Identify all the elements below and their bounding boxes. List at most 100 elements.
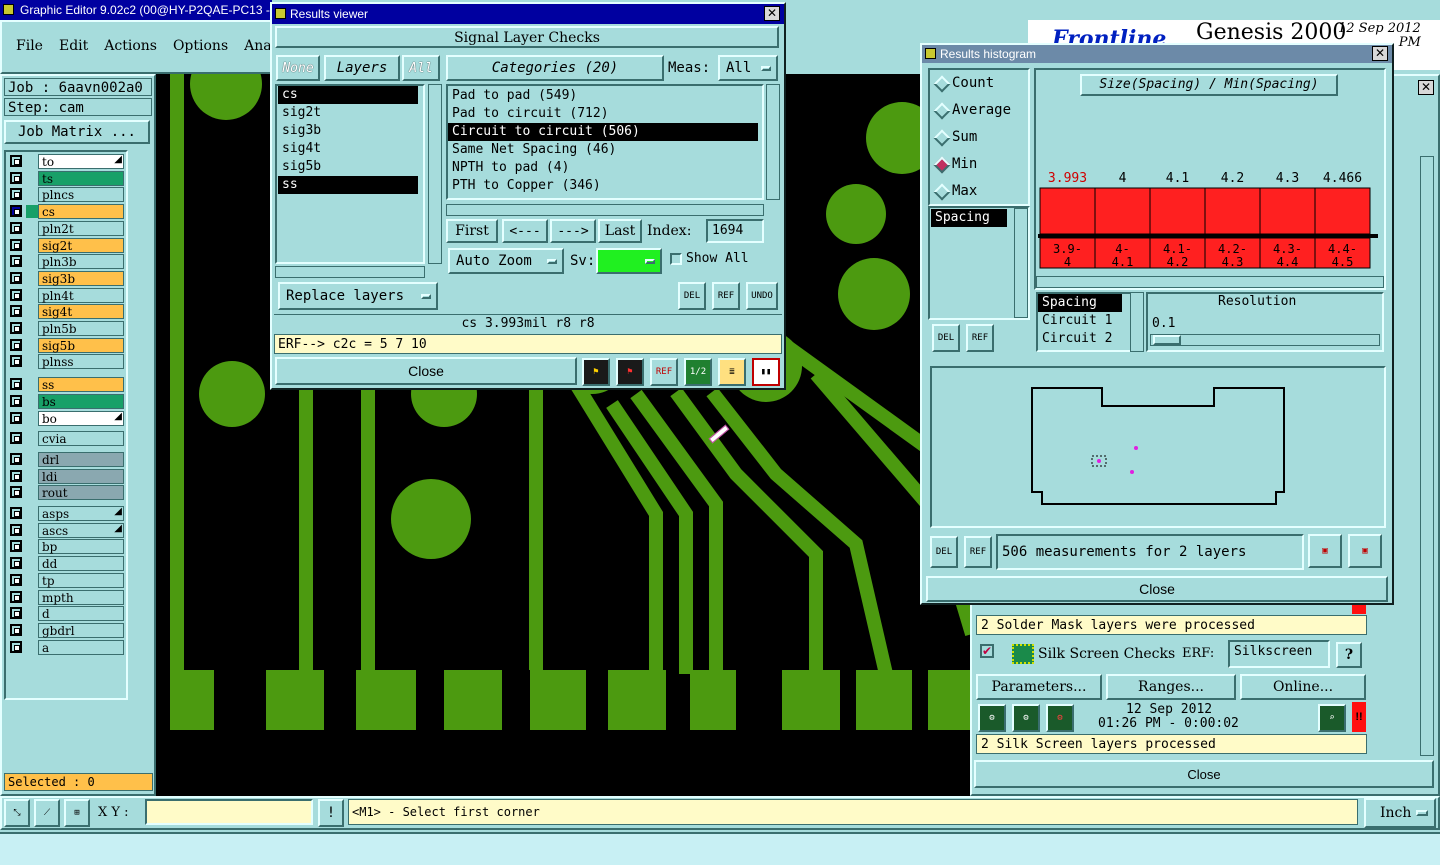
- preview-area[interactable]: [930, 366, 1386, 528]
- prev-button[interactable]: <---: [502, 219, 548, 243]
- layer-checkbox[interactable]: [10, 540, 22, 553]
- first-button[interactable]: First: [446, 219, 498, 243]
- layer-list-scrollbar[interactable]: [428, 84, 442, 264]
- layer-checkbox[interactable]: [10, 573, 22, 586]
- layers-button[interactable]: Layers: [324, 55, 400, 81]
- categories-button[interactable]: Categories (20): [446, 55, 664, 81]
- category-scrollbar[interactable]: [766, 84, 780, 200]
- layer-row-cvia[interactable]: cvia: [8, 431, 124, 447]
- histogram-icon[interactable]: ▮▮: [752, 358, 780, 386]
- results-layer-item[interactable]: ss: [278, 176, 418, 194]
- all-button[interactable]: All: [402, 55, 440, 81]
- layer-row-mpth[interactable]: mpth: [8, 589, 124, 605]
- online-button[interactable]: Online...: [1240, 674, 1366, 700]
- units-dropdown[interactable]: Inch: [1364, 798, 1436, 828]
- results-viewer-titlebar[interactable]: Results viewer ✕: [272, 4, 784, 24]
- layer-checkbox[interactable]: [10, 557, 22, 570]
- checklist-scrollbar[interactable]: [1420, 156, 1434, 756]
- undo-icon[interactable]: UNDO: [746, 282, 778, 310]
- pin-red-icon[interactable]: ⚑: [616, 358, 644, 386]
- category-item[interactable]: Circuit to circuit (506): [448, 123, 758, 141]
- layer-checkbox[interactable]: [10, 452, 22, 465]
- layer-checkbox[interactable]: [10, 355, 22, 368]
- histogram-del-icon-top[interactable]: DEL: [932, 324, 960, 352]
- layer-checkbox[interactable]: [10, 338, 22, 351]
- histogram-bar[interactable]: [1259, 187, 1316, 235]
- category-item[interactable]: PTH to Copper (346): [448, 177, 758, 195]
- layer-row-pln5b[interactable]: pln5b: [8, 321, 124, 336]
- layer-row-plncs[interactable]: plncs: [8, 187, 124, 203]
- histogram-ref-icon-top[interactable]: REF: [966, 324, 994, 352]
- close-icon[interactable]: ✕: [764, 6, 780, 21]
- layer-row-sig4t[interactable]: sig4t: [8, 304, 124, 320]
- alert-icon[interactable]: !: [318, 799, 344, 827]
- pin-icon[interactable]: ⚑: [582, 358, 610, 386]
- ref-off-icon[interactable]: REF: [650, 358, 678, 386]
- histogram-bar[interactable]: [1204, 187, 1261, 235]
- layer-checkbox[interactable]: [10, 486, 22, 499]
- layer-row-sig3b[interactable]: sig3b: [8, 270, 124, 286]
- sub-list-scrollbar[interactable]: [1130, 292, 1144, 352]
- slider-thumb[interactable]: [1153, 335, 1181, 345]
- layer-row-tp[interactable]: tp: [8, 572, 124, 588]
- results-close-button[interactable]: Close: [275, 357, 577, 385]
- sub-list[interactable]: Spacing Circuit 1 Circuit 2: [1038, 294, 1122, 348]
- sub-item[interactable]: Circuit 1: [1038, 312, 1122, 330]
- menu-item-edit[interactable]: Edit: [59, 38, 88, 54]
- category-item[interactable]: Pad to circuit (712): [448, 105, 758, 123]
- silk-check-box[interactable]: ✔: [980, 644, 994, 658]
- parameters-button[interactable]: Parameters...: [976, 674, 1102, 700]
- histogram-ref-icon[interactable]: REF: [964, 536, 992, 568]
- layer-row-bs[interactable]: bs: [8, 393, 124, 409]
- results-layer-item[interactable]: sig4t: [278, 140, 418, 158]
- layer-row-ldi[interactable]: ldi: [8, 468, 124, 484]
- layer-checkbox[interactable]: [10, 322, 22, 334]
- layer-row-pln2t[interactable]: pln2t: [8, 220, 124, 236]
- layer-row-to[interactable]: to ◢: [8, 154, 124, 169]
- replace-layers-dropdown[interactable]: Replace layers: [278, 282, 438, 310]
- close-icon[interactable]: ✕: [1372, 46, 1388, 61]
- layer-checkbox[interactable]: [10, 607, 22, 620]
- results-layer-item[interactable]: cs: [278, 86, 418, 104]
- grid-icon[interactable]: ⊞: [64, 799, 90, 827]
- run-icon[interactable]: ⚙: [978, 704, 1006, 732]
- run-all-icon[interactable]: ⚙: [1012, 704, 1040, 732]
- job-matrix-button[interactable]: Job Matrix ...: [4, 120, 150, 144]
- export-icon[interactable]: ▣: [1308, 534, 1342, 568]
- checklist-close-x[interactable]: ✕: [1418, 80, 1434, 95]
- meas-dropdown[interactable]: All: [718, 55, 778, 81]
- sv-color-dropdown[interactable]: [596, 248, 662, 274]
- layer-row-ascs[interactable]: ascs ◢: [8, 522, 124, 538]
- layer-row-bp[interactable]: bp: [8, 539, 124, 555]
- layer-checkbox[interactable]: [10, 238, 22, 251]
- type-list[interactable]: Spacing: [931, 209, 1007, 227]
- next-button[interactable]: --->: [550, 219, 596, 243]
- results-layer-list[interactable]: cs sig2t sig3b sig4t sig5b ss: [278, 86, 418, 194]
- layer-checkbox[interactable]: [10, 590, 22, 603]
- zoom-fit-icon[interactable]: ⤡: [4, 799, 30, 827]
- histogram-hscroll[interactable]: [1036, 276, 1384, 288]
- layer-checkbox[interactable]: [10, 378, 22, 391]
- last-button[interactable]: Last: [598, 219, 642, 243]
- layer-row-sig2t[interactable]: sig2t: [8, 237, 124, 253]
- resolution-slider[interactable]: [1150, 334, 1380, 346]
- histogram-close-button[interactable]: Close: [926, 576, 1388, 602]
- layer-row-bo[interactable]: bo ◢: [8, 410, 124, 426]
- category-item[interactable]: Same Net Spacing (46): [448, 141, 758, 159]
- del-icon[interactable]: DEL: [678, 282, 706, 310]
- menu-item-options[interactable]: Options: [173, 38, 228, 54]
- compare-icon[interactable]: 1/2: [684, 358, 712, 386]
- layer-checkbox[interactable]: [10, 394, 22, 407]
- none-button[interactable]: None: [276, 55, 320, 81]
- histogram-bar[interactable]: [1094, 187, 1151, 235]
- layer-checkbox[interactable]: [10, 271, 22, 284]
- layer-checkbox[interactable]: [10, 255, 22, 268]
- sub-item[interactable]: Circuit 2: [1038, 330, 1122, 348]
- index-input[interactable]: 1694: [706, 219, 764, 243]
- layer-row-pln4t[interactable]: pln4t: [8, 287, 124, 303]
- layer-row-rout[interactable]: rout: [8, 485, 124, 501]
- menu-item-actions[interactable]: Actions: [104, 38, 157, 54]
- layer-checkbox[interactable]: [10, 188, 22, 201]
- ranges-button[interactable]: Ranges...: [1106, 674, 1236, 700]
- histogram-bar[interactable]: [1039, 187, 1096, 235]
